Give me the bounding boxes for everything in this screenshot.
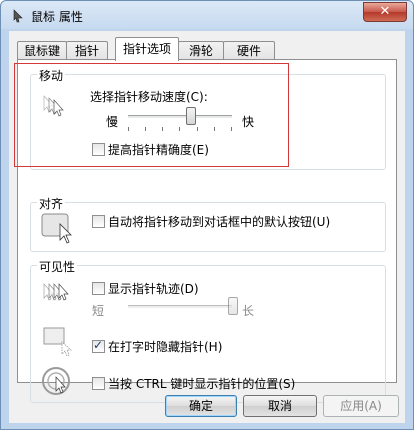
hide-while-typing-checkbox[interactable] (92, 338, 105, 353)
hide-pointer-icon (43, 327, 72, 357)
close-button[interactable]: ✕ (363, 2, 407, 22)
tab-pointers[interactable]: 指针 (66, 41, 108, 60)
pointer-trails-label: 显示指针轨迹(D) (108, 282, 199, 296)
mouse-icon (13, 9, 23, 23)
show-location-ctrl-label: 当按 CTRL 键时显示指针的位置(S) (108, 377, 296, 391)
tab-pointer-options[interactable]: 指针选项 (115, 37, 179, 61)
title-bar[interactable]: 鼠标 属性 ✕ (1, 1, 413, 31)
window-title: 鼠标 属性 (31, 10, 83, 24)
pointer-trails-checkbox[interactable] (92, 282, 105, 295)
tab-buttons[interactable]: 鼠标键 (17, 41, 67, 60)
cancel-button[interactable]: 取消 (243, 395, 317, 417)
show-location-icon (42, 367, 70, 395)
trails-slider-thumb[interactable] (228, 297, 238, 315)
show-location-ctrl-checkbox[interactable] (92, 377, 105, 390)
visibility-group-label: 可见性 (37, 258, 78, 275)
tab-hardware[interactable]: 硬件 (223, 41, 275, 60)
hide-while-typing-label: 在打字时隐藏指针(H) (108, 340, 223, 354)
trails-slider-track (128, 305, 232, 309)
pointer-trails-icon (43, 283, 69, 301)
snap-to-default-checkbox[interactable] (92, 215, 105, 228)
mouse-properties-window: 鼠标 属性 ✕ 鼠标键 指针 指针选项 滑轮 硬件 移动 选择指针移动速度(C)… (0, 0, 414, 430)
trails-short-label: 短 (92, 304, 105, 318)
snap-to-default-label: 自动将指针移动到对话框中的默认按钮(U) (108, 215, 331, 229)
trails-long-label: 长 (242, 304, 255, 318)
ok-button[interactable]: 确定 (165, 395, 237, 417)
highlight-annotation (14, 63, 289, 167)
tab-wheel[interactable]: 滑轮 (178, 41, 224, 60)
snap-to-button-icon (41, 213, 72, 244)
apply-button[interactable]: 应用(A) (323, 395, 399, 417)
close-icon: ✕ (379, 4, 391, 19)
